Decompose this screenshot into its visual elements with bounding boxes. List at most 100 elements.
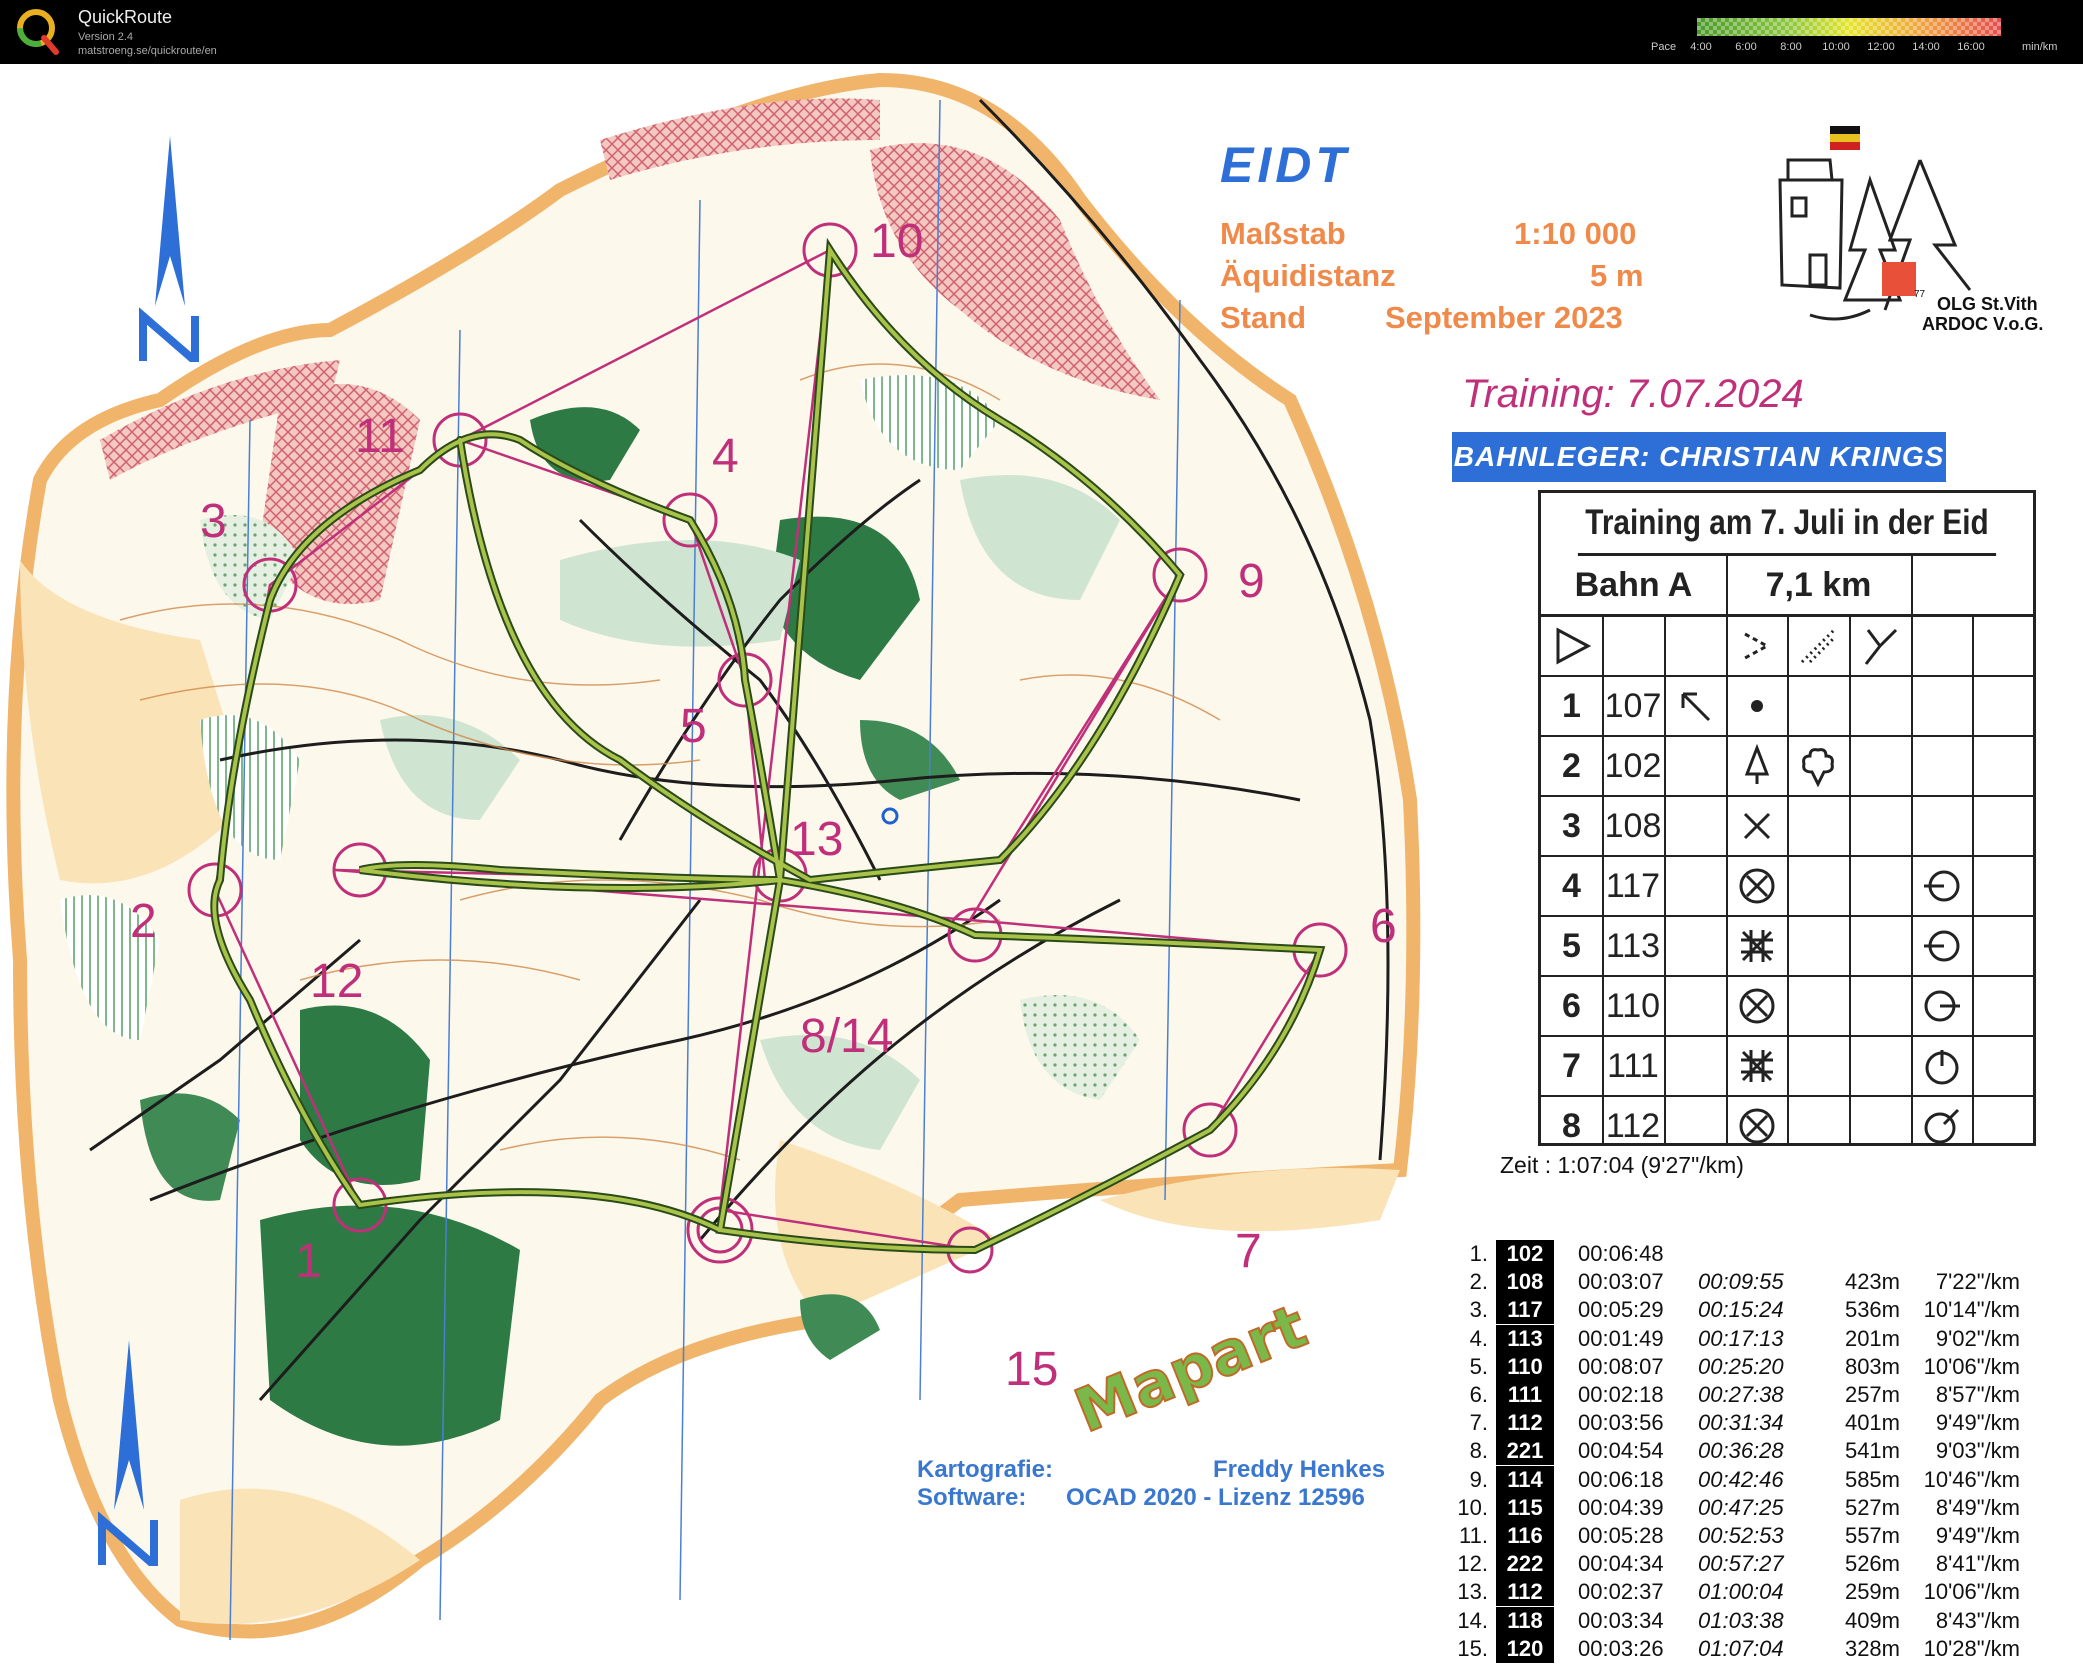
control-number: 8/14: [800, 1010, 894, 1063]
northwest-arrow-icon: [1681, 692, 1711, 722]
control-code: 111: [1607, 1046, 1659, 1085]
control-code-badge: 118: [1496, 1606, 1554, 1635]
control-number: 11: [355, 410, 405, 463]
club-name-line2: ARDOC V.o.G.: [1922, 314, 2044, 334]
north-arrow-icon: [139, 136, 199, 362]
split-index: 6.: [1469, 1382, 1488, 1407]
split-index: 10.: [1457, 1494, 1488, 1520]
control-code: 102: [1604, 746, 1662, 785]
cumulative-time: 00:36:28: [1698, 1438, 1784, 1464]
control-code: 110: [1605, 986, 1661, 1025]
control-seq: 8: [1562, 1106, 1581, 1145]
control-number: 3: [200, 495, 227, 548]
leg-time: 00:02:18: [1578, 1382, 1664, 1407]
training-date: Training: 7.07.2024: [1462, 372, 1804, 416]
control-number: 2: [130, 895, 157, 948]
quickroute-logo-icon: [17, 9, 59, 55]
northeast-side-icon: [1924, 1108, 1959, 1143]
control-code-badge: 117: [1496, 1296, 1554, 1325]
leg-time: 00:05:28: [1578, 1523, 1664, 1548]
cartographer: Freddy Henkes: [1213, 1456, 1386, 1483]
control-code-badge: 102: [1496, 1240, 1554, 1268]
control-number: 13: [790, 813, 844, 866]
split-row: 14. 118 00:03:34 01:03:38 409m 8'43"/km: [1450, 1606, 2050, 1635]
leg-pace: 9'03"/km: [1935, 1438, 2020, 1464]
leg-distance: 526m: [1844, 1551, 1900, 1577]
cumulative-time: 01:00:04: [1698, 1579, 1784, 1605]
course-name: Bahn A: [1574, 565, 1693, 604]
description-row: 3 108: [1541, 797, 2033, 857]
dot-feature-icon: [1750, 700, 1763, 712]
cumulative-time: 00:09:55: [1698, 1269, 1784, 1295]
date-value: September 2023: [1385, 300, 1623, 335]
split-row: 11. 116 00:05:28 00:52:53 557m 9'49"/km: [1450, 1522, 2050, 1550]
east-side-icon: [1924, 990, 1960, 1022]
leg-time: 00:03:07: [1578, 1269, 1664, 1295]
leg-pace: 10'06"/km: [1923, 1353, 2020, 1379]
control-code-badge: 112: [1496, 1409, 1554, 1438]
club-name-line1: OLG St.Vith: [1937, 294, 2038, 314]
north-side-icon: [1925, 1050, 1958, 1085]
leg-time: 00:01:49: [1578, 1325, 1664, 1351]
split-row: 7. 112 00:03:56 00:31:34 401m 9'49"/km: [1450, 1409, 2050, 1438]
app-url[interactable]: matstroeng.se/quickroute/en: [78, 45, 217, 57]
pace-label: Pace: [1651, 41, 1677, 53]
circled-cross-icon: [1739, 868, 1774, 904]
course-setter: BAHNLEGER: CHRISTIAN KRINGS: [1453, 441, 1945, 472]
scale-value: 1:10 000: [1514, 216, 1637, 251]
split-index: 5.: [1469, 1353, 1488, 1379]
cumulative-time: 00:17:13: [1698, 1325, 1784, 1351]
control-number: 1: [295, 1235, 322, 1288]
split-row: 6. 111 00:02:18 00:27:38 257m 8'57"/km: [1450, 1381, 2050, 1409]
description-row: 4 117: [1541, 857, 2033, 917]
control-seq: 3: [1562, 806, 1581, 845]
control-code-badge: 111: [1496, 1381, 1554, 1409]
leg-distance: 328m: [1844, 1635, 1900, 1661]
control-seq: 4: [1562, 866, 1581, 905]
control-number: 5: [680, 700, 707, 753]
split-row: 12. 222 00:04:34 00:57:27 526m 8'41"/km: [1450, 1550, 2050, 1579]
leg-time: 00:06:18: [1578, 1466, 1664, 1492]
control-number: 7: [1235, 1225, 1262, 1278]
split-row: 10. 115 00:04:39 00:47:25 527m 8'49"/km: [1450, 1493, 2050, 1522]
cumulative-time: 00:57:27: [1698, 1551, 1784, 1577]
north-arrow-icon: [98, 1340, 158, 1566]
cumulative-time: 00:15:24: [1698, 1297, 1784, 1323]
orienteering-map[interactable]: 1 2 3 4 5 6 7 8/14 9 10 11 12 13 15 Mapa…: [0, 64, 1430, 1680]
split-index: 9.: [1469, 1466, 1488, 1492]
club-badge: 77: [1914, 289, 1926, 300]
control-code: 113: [1605, 926, 1661, 965]
control-seq: 1: [1562, 686, 1581, 725]
description-row: 7 111: [1541, 1037, 2033, 1097]
description-row: 1 107: [1541, 677, 2033, 737]
leg-distance: 527m: [1844, 1494, 1900, 1520]
split-row: 9. 114 00:06:18 00:42:46 585m 10'46"/km: [1450, 1465, 2050, 1494]
pace-tick: 8:00: [1780, 41, 1802, 53]
control-code-badge: 110: [1496, 1352, 1554, 1381]
leg-distance: 409m: [1844, 1607, 1900, 1633]
cumulative-time: 01:07:04: [1698, 1635, 1784, 1661]
leg-distance: 201m: [1844, 1325, 1900, 1351]
leg-pace: 8'49"/km: [1935, 1494, 2020, 1520]
leg-distance: 423m: [1844, 1269, 1900, 1295]
cumulative-time: 00:47:25: [1698, 1494, 1784, 1520]
cumulative-time: 00:42:46: [1698, 1466, 1784, 1492]
split-row: 13. 112 00:02:37 01:00:04 259m 10'06"/km: [1450, 1578, 2050, 1607]
control-code-badge: 112: [1496, 1578, 1554, 1607]
leg-time: 00:08:07: [1578, 1353, 1664, 1379]
leg-distance: 541m: [1844, 1438, 1900, 1464]
control-seq: 7: [1562, 1046, 1581, 1085]
app-title: QuickRoute: [78, 7, 173, 27]
pace-tick: 4:00: [1690, 41, 1712, 53]
total-time-summary: Zeit : 1:07:04 (9'27"/km): [1500, 1152, 1744, 1178]
split-index: 4.: [1469, 1325, 1488, 1351]
control-seq: 5: [1562, 926, 1581, 965]
leg-distance: 257m: [1844, 1382, 1900, 1407]
cumulative-time: 00:25:20: [1698, 1353, 1784, 1379]
split-row: 15. 120 00:03:26 01:07:04 328m 10'28"/km: [1450, 1634, 2050, 1663]
split-row: 3. 117 00:05:29 00:15:24 536m 10'14"/km: [1450, 1296, 2050, 1325]
contour-label: Äquidistanz: [1220, 258, 1396, 293]
split-index: 15.: [1457, 1635, 1488, 1661]
leg-time: 00:03:26: [1578, 1635, 1664, 1661]
description-row: 8 112: [1541, 1097, 2033, 1145]
